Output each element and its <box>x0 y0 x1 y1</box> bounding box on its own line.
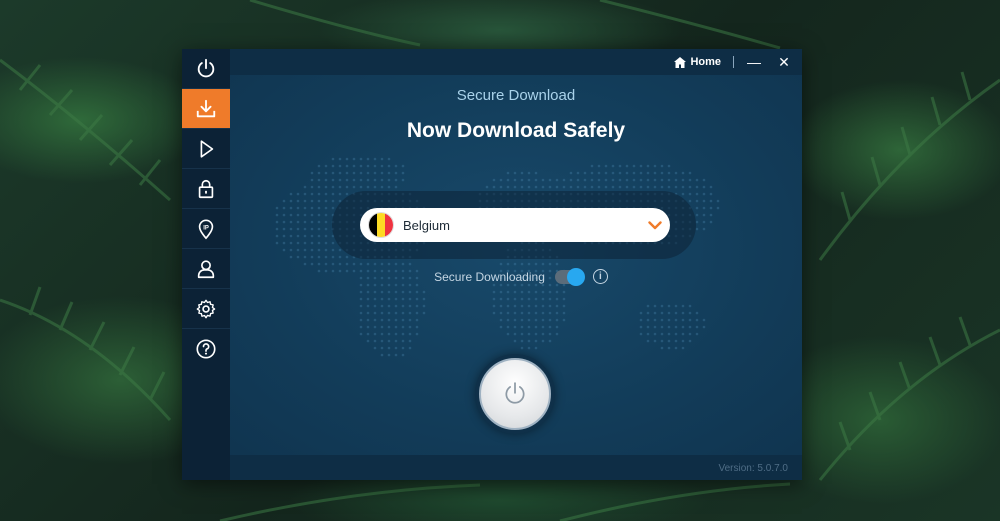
close-button[interactable]: ✕ <box>776 55 792 69</box>
home-label: Home <box>690 56 721 68</box>
home-icon <box>674 56 687 68</box>
gear-icon <box>196 299 216 318</box>
sidebar-item-help[interactable] <box>182 329 230 369</box>
connect-power-button[interactable] <box>479 358 551 430</box>
location-dropdown[interactable]: Belgium <box>360 208 670 242</box>
location-selector-frame: Belgium <box>332 191 696 259</box>
titlebar: Home — ✕ <box>230 49 802 75</box>
sidebar-item-download[interactable] <box>182 89 230 129</box>
footer: Version: 5.0.7.0 <box>230 455 802 480</box>
svg-text:IP: IP <box>203 225 209 231</box>
page-title: Now Download Safely <box>406 119 626 142</box>
version-label: Version: 5.0.7.0 <box>718 463 789 474</box>
home-button[interactable]: Home <box>674 56 721 68</box>
sidebar-item-account[interactable] <box>182 249 230 289</box>
titlebar-divider <box>733 56 734 68</box>
secure-downloading-row: Secure Downloading i <box>230 267 802 286</box>
ip-pin-icon: IP <box>198 218 214 239</box>
power-button-ring <box>475 354 555 434</box>
main-panel: Secure Download Now Download Safely Belg… <box>230 75 802 455</box>
location-name: Belgium <box>403 217 450 233</box>
minimize-button[interactable]: — <box>746 55 762 69</box>
sidebar-item-play[interactable] <box>182 129 230 169</box>
app-window: IP Home — ✕ Secure Download Now Download… <box>182 49 802 480</box>
lock-icon <box>198 179 214 198</box>
toggle-label: Secure Downloading <box>434 269 545 284</box>
sidebar-item-lock[interactable] <box>182 169 230 209</box>
info-icon[interactable]: i <box>592 269 608 284</box>
sidebar-item-settings[interactable] <box>182 289 230 329</box>
toggle-knob <box>566 267 585 286</box>
belgium-flag-icon <box>368 212 394 238</box>
sidebar-item-ip[interactable]: IP <box>182 209 230 249</box>
secure-downloading-toggle[interactable] <box>554 267 585 286</box>
page-subtitle: Secure Download <box>456 87 576 104</box>
power-icon <box>197 58 215 77</box>
sidebar: IP <box>182 49 230 480</box>
chevron-down-icon <box>640 220 670 230</box>
play-icon <box>200 139 214 158</box>
download-icon <box>196 99 216 117</box>
help-icon <box>196 339 216 359</box>
sidebar-item-power[interactable] <box>182 49 230 89</box>
user-icon <box>197 259 215 278</box>
power-icon <box>505 382 525 404</box>
